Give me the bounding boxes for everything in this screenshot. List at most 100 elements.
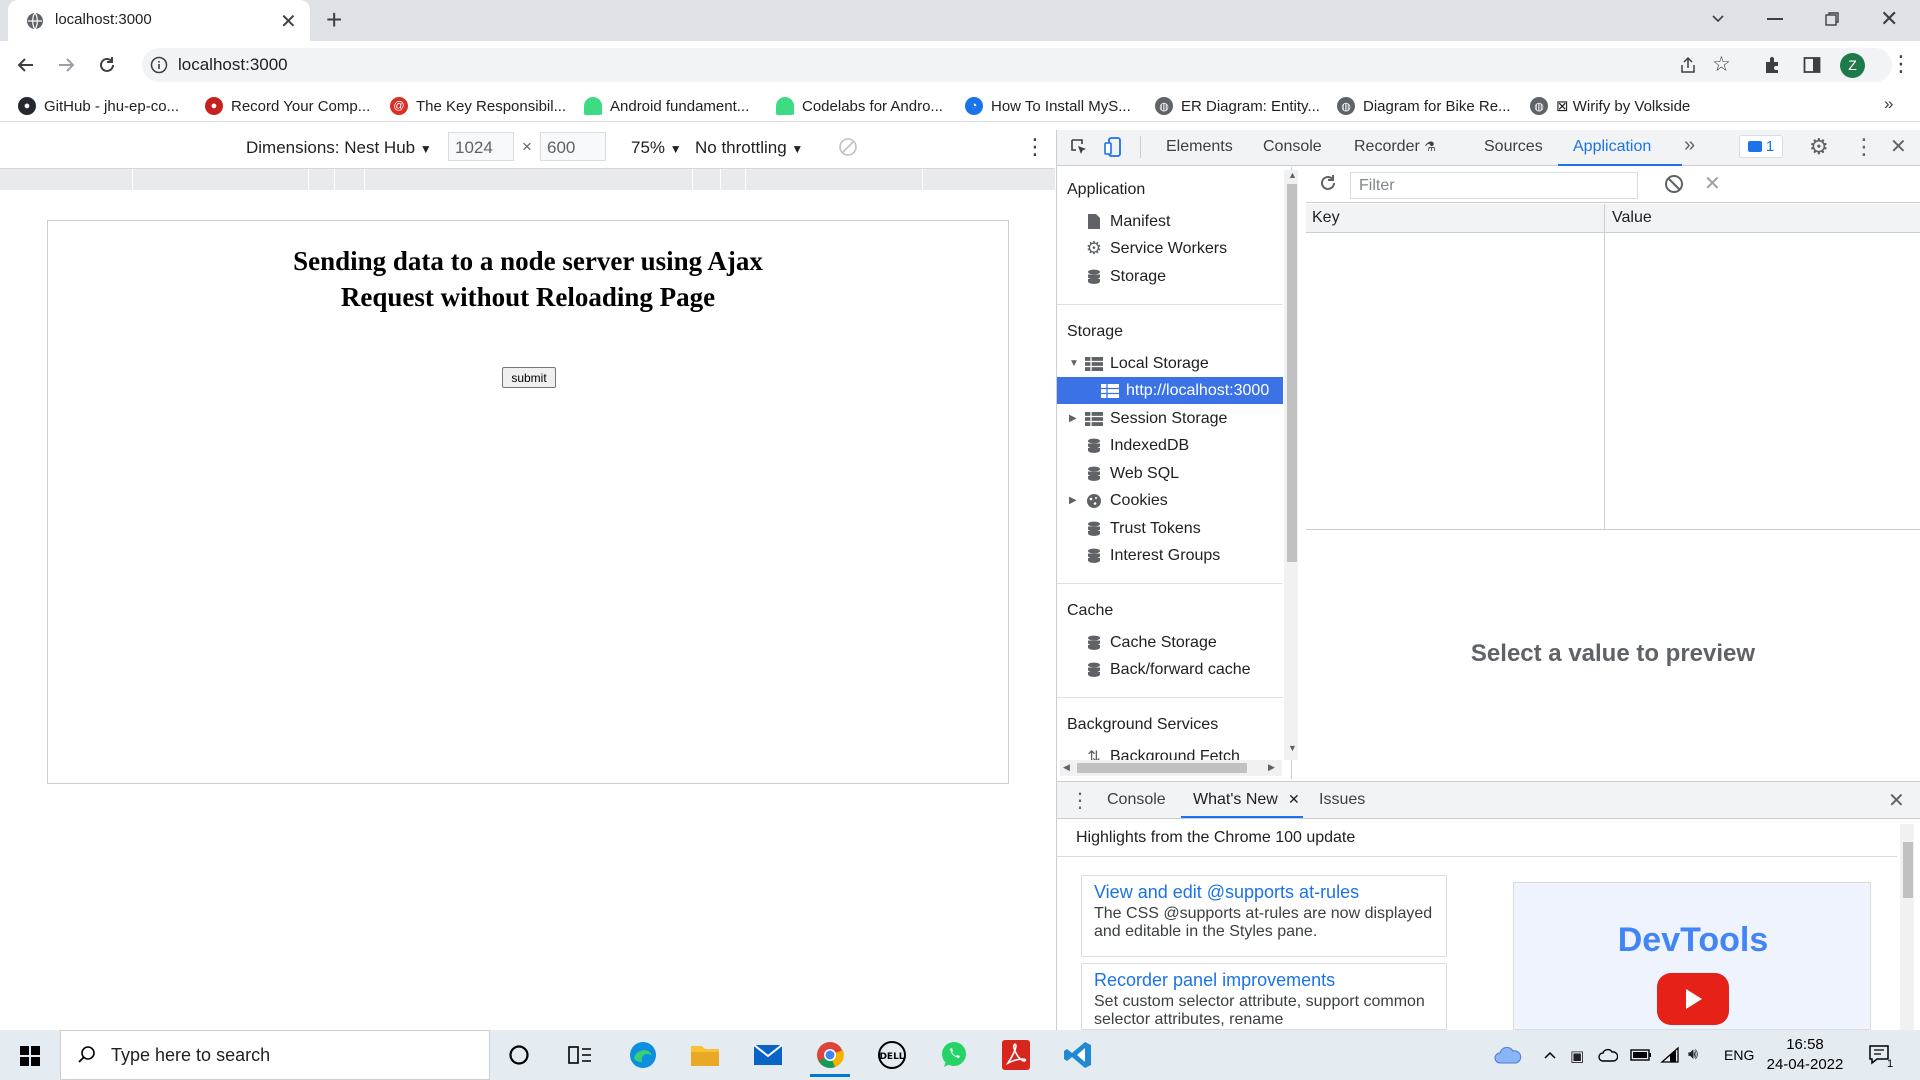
bookmark-bike-diagram[interactable]: ◍ Diagram for Bike Re... <box>1337 94 1511 118</box>
sidebar-item-cookies[interactable]: ▶ Cookies <box>1057 487 1283 514</box>
bookmark-install-mysql[interactable]: ◔ How To Install MyS... <box>965 94 1131 118</box>
whatsapp-icon[interactable] <box>926 1033 982 1077</box>
feature-card-title[interactable]: View and edit @supports at-rules <box>1094 882 1434 903</box>
close-drawer-icon[interactable]: ✕ <box>1888 788 1905 813</box>
taskbar-search[interactable]: Type here to search <box>60 1030 490 1080</box>
minimize-icon[interactable] <box>1767 18 1783 20</box>
extensions-icon[interactable] <box>1762 55 1782 75</box>
meet-now-icon[interactable]: ▣ <box>1570 1047 1584 1065</box>
close-whats-new-icon[interactable]: ✕ <box>1288 791 1300 808</box>
delete-selected-icon[interactable]: ✕ <box>1704 171 1721 196</box>
sidebar-item-service-workers[interactable]: ⚙ Service Workers <box>1057 235 1283 262</box>
submit-button[interactable]: submit <box>502 367 556 388</box>
scroll-up-icon[interactable]: ▲ <box>1288 170 1297 180</box>
cloud-icon[interactable] <box>1598 1047 1618 1063</box>
bookmark-er-diagram[interactable]: ◍ ER Diagram: Entity... <box>1155 94 1320 118</box>
bookmark-wirify[interactable]: ◍ ⊠ Wirify by Volkside <box>1530 94 1690 118</box>
settings-icon[interactable]: ⚙ <box>1809 134 1829 160</box>
dimensions-select[interactable]: Dimensions: Nest Hub ▼ <box>246 138 432 158</box>
whats-new-video[interactable]: DevTools <box>1513 882 1871 1030</box>
sidebar-item-cache-storage[interactable]: Cache Storage <box>1057 629 1283 656</box>
scroll-down-icon[interactable]: ▼ <box>1288 743 1297 753</box>
browser-tab[interactable]: localhost:3000 ✕ <box>8 0 310 41</box>
chevron-up-icon[interactable] <box>1542 1047 1558 1063</box>
zoom-select[interactable]: 75% ▼ <box>631 138 682 158</box>
close-window-icon[interactable]: ✕ <box>1880 6 1898 32</box>
site-info-icon[interactable] <box>150 56 168 74</box>
sidebar-item-trust-tokens[interactable]: Trust Tokens <box>1057 515 1283 542</box>
windows-start-icon[interactable] <box>20 1046 40 1066</box>
address-bar[interactable]: localhost:3000 ☆ <box>142 48 1892 82</box>
feature-card[interactable]: Recorder panel improvements Set custom s… <box>1081 963 1447 1030</box>
cortana-icon[interactable] <box>491 1033 547 1077</box>
vscode-icon[interactable] <box>1050 1033 1106 1077</box>
sidebar-item-session-storage[interactable]: ▶ Session Storage <box>1057 405 1283 432</box>
throttling-select[interactable]: No throttling ▼ <box>695 138 803 158</box>
media-query-ruler[interactable] <box>0 168 1055 190</box>
sidebar-item-storage[interactable]: Storage <box>1057 263 1283 290</box>
edge-icon[interactable] <box>615 1033 671 1077</box>
device-more-icon[interactable]: ⋮ <box>1024 134 1046 160</box>
back-icon[interactable] <box>16 55 36 75</box>
tab-search-icon[interactable] <box>1710 10 1726 26</box>
share-icon[interactable] <box>1679 56 1697 74</box>
bookmark-key-responsibilities[interactable]: @ The Key Responsibil... <box>390 94 566 118</box>
tab-elements[interactable]: Elements <box>1166 138 1233 156</box>
refresh-icon[interactable] <box>1318 173 1338 193</box>
chrome-taskbar-icon[interactable] <box>802 1033 858 1077</box>
file-explorer-icon[interactable] <box>677 1033 733 1077</box>
scroll-right-icon[interactable]: ▶ <box>1268 762 1275 773</box>
more-tabs-icon[interactable]: » <box>1684 134 1695 157</box>
height-input[interactable]: 600 <box>540 132 606 161</box>
filter-input[interactable]: Filter <box>1350 172 1638 199</box>
more-bookmarks-icon[interactable]: » <box>1884 94 1893 114</box>
acrobat-icon[interactable] <box>988 1033 1044 1077</box>
sidebar-item-indexeddb[interactable]: IndexedDB <box>1057 432 1283 459</box>
scroll-left-icon[interactable]: ◀ <box>1063 762 1070 773</box>
wifi-icon[interactable] <box>1660 1046 1680 1064</box>
battery-icon[interactable] <box>1630 1049 1652 1061</box>
bookmark-star-icon[interactable]: ☆ <box>1712 52 1731 77</box>
feature-card-title[interactable]: Recorder panel improvements <box>1094 970 1434 991</box>
close-devtools-icon[interactable]: ✕ <box>1890 134 1907 159</box>
sidebar-item-interest-groups[interactable]: Interest Groups <box>1057 542 1283 569</box>
language-indicator[interactable]: ENG <box>1724 1047 1754 1063</box>
bookmark-codelabs[interactable]: Codelabs for Andro... <box>776 94 943 118</box>
drawer-tab-whats-new[interactable]: What's New <box>1193 791 1278 809</box>
volume-icon[interactable]: 🔊︎ <box>1688 1046 1698 1064</box>
sidebar-hscroll-thumb[interactable] <box>1077 763 1247 773</box>
inspect-element-icon[interactable] <box>1069 137 1089 157</box>
side-panel-icon[interactable] <box>1803 56 1821 74</box>
close-tab-icon[interactable]: ✕ <box>280 9 297 34</box>
task-view-icon[interactable] <box>552 1033 608 1077</box>
drawer-menu-icon[interactable]: ⋮ <box>1070 788 1090 813</box>
sidebar-item-local-storage[interactable]: ▼ Local Storage <box>1057 350 1283 377</box>
sidebar-item-web-sql[interactable]: Web SQL <box>1057 460 1283 487</box>
bookmark-github[interactable]: ● GitHub - jhu-ep-co... <box>18 94 179 118</box>
column-key[interactable]: Key <box>1312 209 1340 227</box>
column-value[interactable]: Value <box>1612 209 1652 227</box>
restore-icon[interactable] <box>1824 11 1840 27</box>
sidebar-item-back-forward-cache[interactable]: Back/forward cache <box>1057 656 1283 683</box>
tab-application[interactable]: Application <box>1573 138 1651 156</box>
issues-badge[interactable]: 1 <box>1739 135 1783 158</box>
feature-card[interactable]: View and edit @supports at-rules The CSS… <box>1081 875 1447 957</box>
devtools-menu-icon[interactable]: ⋮ <box>1853 134 1875 160</box>
rotate-icon[interactable] <box>838 137 858 157</box>
bookmark-record[interactable]: ● Record Your Comp... <box>205 94 370 118</box>
avatar[interactable]: Z <box>1840 53 1865 78</box>
dell-icon[interactable]: DELL <box>864 1033 920 1077</box>
tab-sources[interactable]: Sources <box>1484 138 1543 156</box>
browser-menu-icon[interactable]: ⋮ <box>1890 51 1912 77</box>
onedrive-icon[interactable] <box>1494 1046 1522 1064</box>
clock[interactable]: 16:58 24-04-2022 <box>1760 1035 1850 1075</box>
forward-icon[interactable] <box>56 55 76 75</box>
reload-icon[interactable] <box>97 55 117 75</box>
drawer-tab-issues[interactable]: Issues <box>1319 791 1365 809</box>
mail-icon[interactable] <box>740 1033 796 1077</box>
sidebar-scroll-thumb[interactable] <box>1287 184 1297 562</box>
new-tab-icon[interactable]: + <box>326 4 342 36</box>
sidebar-item-local-storage-origin[interactable]: http://localhost:3000 <box>1057 377 1283 404</box>
clear-all-icon[interactable] <box>1664 174 1684 194</box>
drawer-tab-console[interactable]: Console <box>1107 791 1166 809</box>
